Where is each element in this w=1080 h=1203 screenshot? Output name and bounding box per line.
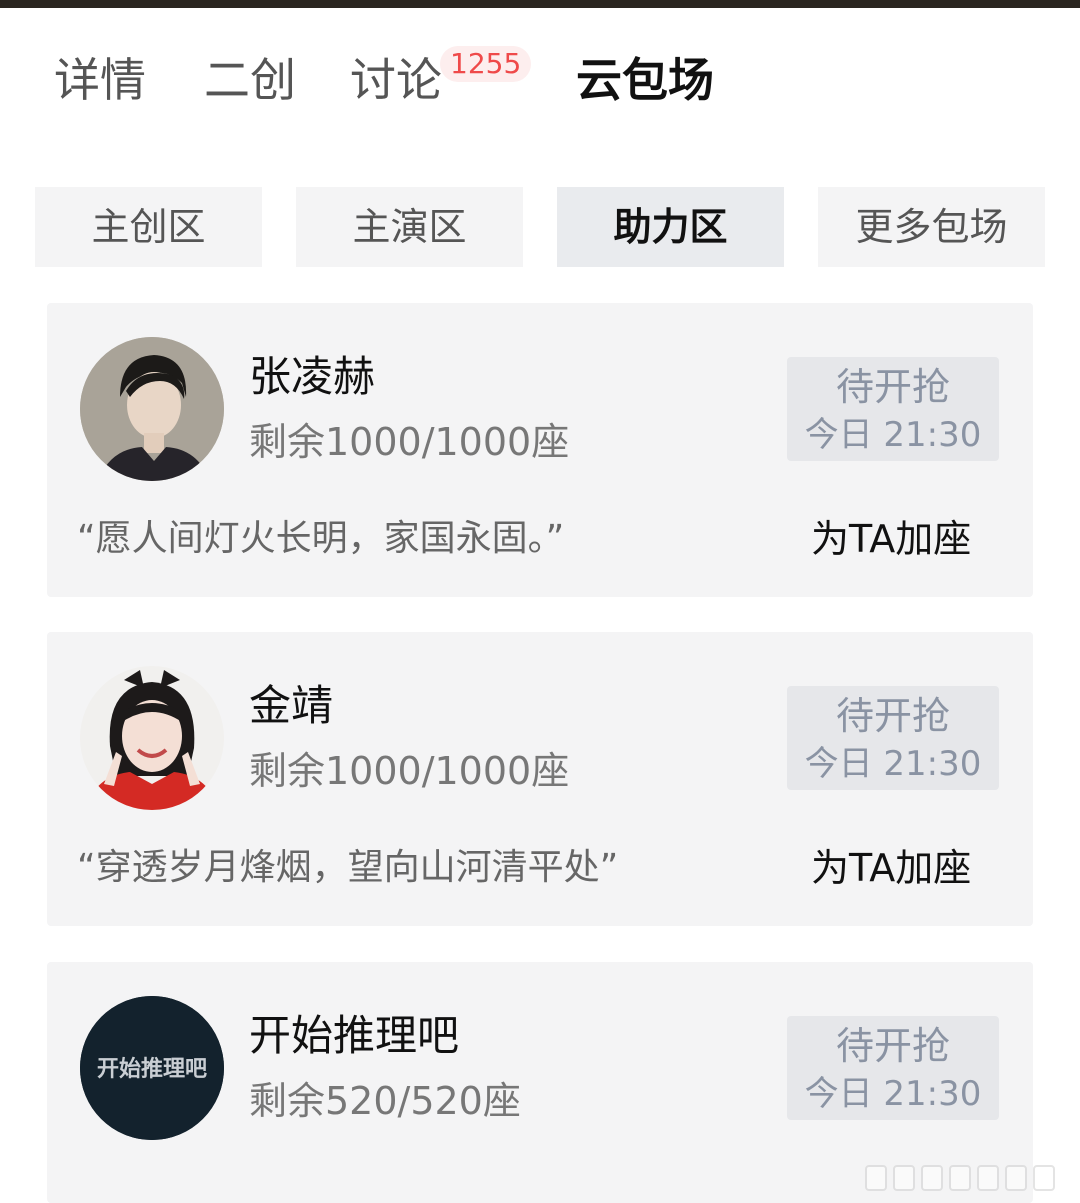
avatar-logo-text: 开始推理吧 <box>97 1056 207 1082</box>
tab-discussion[interactable]: 讨论 <box>350 40 442 120</box>
tab-cloud-screening[interactable]: 云包场 <box>576 40 714 120</box>
grab-seat-button[interactable]: 待开抢 今日 21:30 <box>787 357 999 461</box>
segment-more-screenings[interactable]: 更多包场 <box>818 187 1045 267</box>
avatar[interactable]: 开始推理吧 <box>80 996 224 1140</box>
screening-card[interactable]: 金靖 剩余1000/1000座 待开抢 今日 21:30 “穿透岁月烽烟，望向山… <box>47 632 1033 926</box>
add-seat-link[interactable]: 为TA加座 <box>811 840 971 896</box>
segment-creators-zone[interactable]: 主创区 <box>35 187 262 267</box>
card-quote: “穿透岁月烽烟，望向山河清平处” <box>77 847 619 888</box>
start-time: 今日 21:30 <box>804 415 982 455</box>
segment-support-zone[interactable]: 助力区 <box>557 187 784 267</box>
seats-remaining: 剩余1000/1000座 <box>249 749 570 793</box>
card-title: 开始推理吧 <box>249 1011 460 1060</box>
tab-fan-creations[interactable]: 二创 <box>204 40 296 120</box>
start-time: 今日 21:30 <box>804 744 982 784</box>
watermark <box>865 1163 1070 1193</box>
status-label: 待开抢 <box>835 365 950 409</box>
segment-lead-actors-zone[interactable]: 主演区 <box>296 187 523 267</box>
card-title: 金靖 <box>249 681 334 730</box>
tab-details[interactable]: 详情 <box>54 40 146 120</box>
status-label: 待开抢 <box>835 694 950 738</box>
status-label: 待开抢 <box>835 1024 950 1068</box>
seats-remaining: 剩余520/520座 <box>249 1079 521 1123</box>
add-seat-link[interactable]: 为TA加座 <box>811 511 971 567</box>
zone-segment-control: 主创区 主演区 助力区 更多包场 <box>0 187 1080 267</box>
avatar[interactable] <box>80 666 224 810</box>
grab-seat-button[interactable]: 待开抢 今日 21:30 <box>787 1016 999 1120</box>
grab-seat-button[interactable]: 待开抢 今日 21:30 <box>787 686 999 790</box>
top-tabs: 详情 二创 讨论 1255 云包场 <box>0 40 1080 120</box>
screening-card[interactable]: 张凌赫 剩余1000/1000座 待开抢 今日 21:30 “愿人间灯火长明，家… <box>47 303 1033 597</box>
start-time: 今日 21:30 <box>804 1074 982 1114</box>
card-quote: “愿人间灯火长明，家国永固。” <box>77 518 565 559</box>
card-title: 张凌赫 <box>249 352 376 401</box>
top-dark-bar <box>0 0 1080 8</box>
discussion-count-badge: 1255 <box>440 46 532 82</box>
seats-remaining: 剩余1000/1000座 <box>249 420 570 464</box>
avatar[interactable] <box>80 337 224 481</box>
